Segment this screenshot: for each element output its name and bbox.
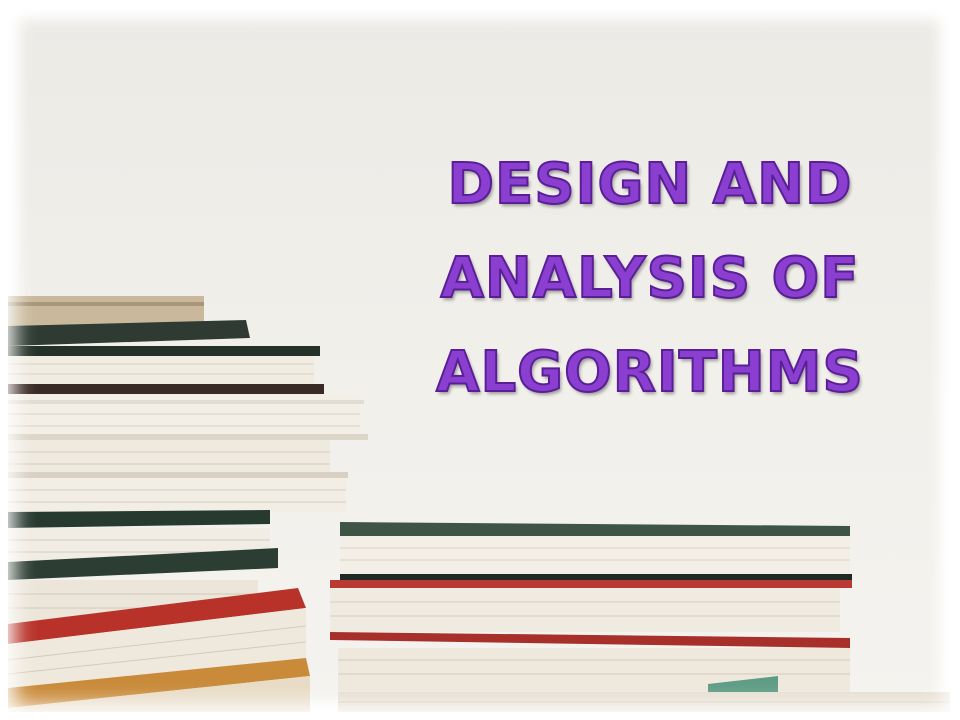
book (8, 440, 330, 474)
book (8, 510, 270, 528)
book (8, 296, 204, 326)
slide: DESIGN AND ANALYSIS OF ALGORITHMS (0, 0, 960, 720)
book (340, 522, 850, 538)
title-line-1: DESIGN AND (447, 151, 853, 218)
title-line-2: ANALYSIS OF (440, 245, 860, 312)
book (330, 580, 852, 588)
slide-title: DESIGN AND ANALYSIS OF ALGORITHMS (400, 138, 900, 420)
book (8, 478, 346, 512)
title-line-3: ALGORITHMS (435, 339, 864, 406)
